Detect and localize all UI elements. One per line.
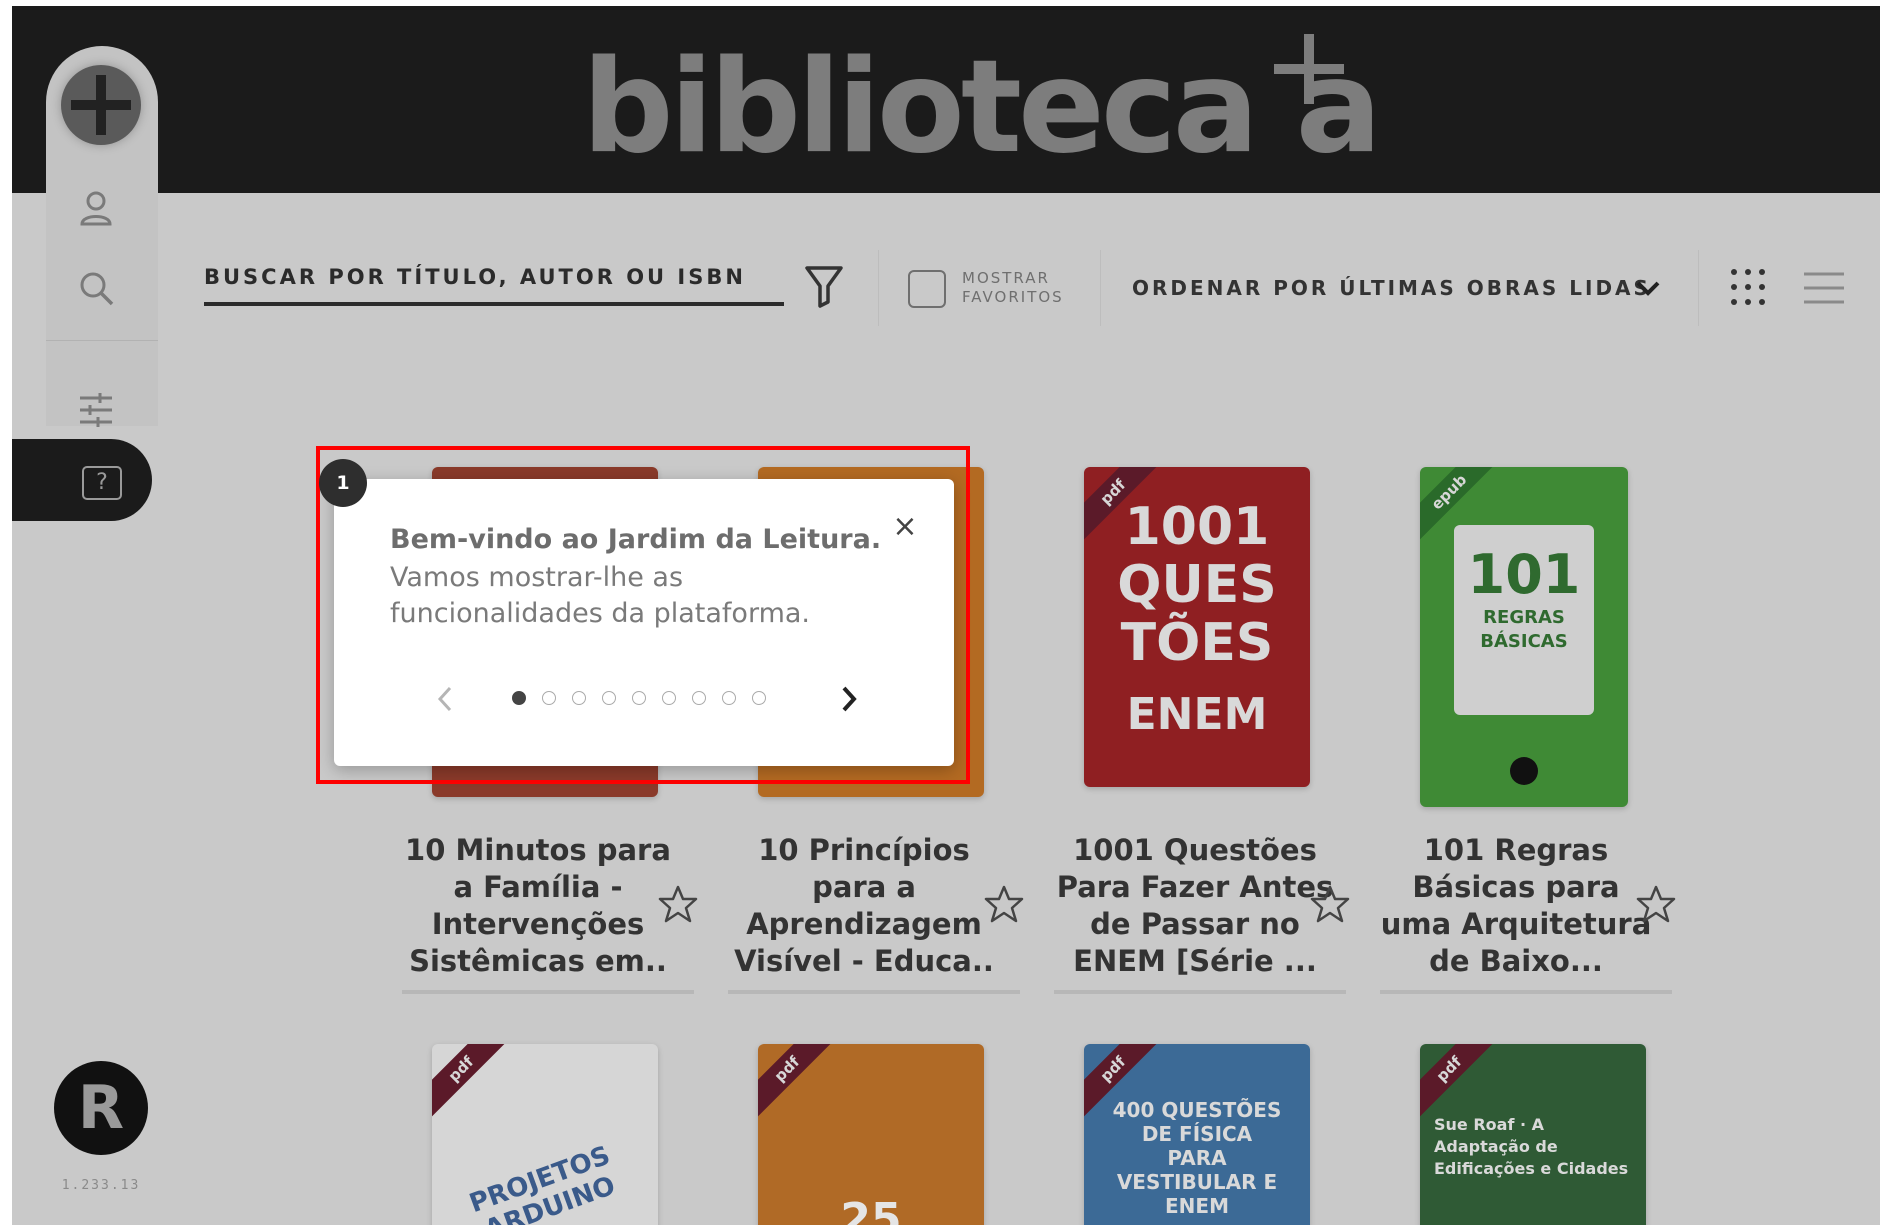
toolbar-separator <box>1100 250 1101 326</box>
search-underline <box>204 302 784 306</box>
tour-dot[interactable] <box>662 691 676 705</box>
cover-text: 1001 <box>1124 497 1270 557</box>
star-icon[interactable] <box>1310 884 1350 924</box>
plus-logo-icon[interactable] <box>61 65 141 145</box>
r-logo: R <box>54 1061 148 1155</box>
toolbar-separator <box>1698 250 1699 326</box>
book-divider <box>1054 990 1346 994</box>
cover-text: REGRAS <box>1483 607 1565 628</box>
cover-text: QUES <box>1117 555 1277 615</box>
tour-dot[interactable] <box>542 691 556 705</box>
tour-dot[interactable] <box>722 691 736 705</box>
favorites-label: MOSTRAR FAVORITOS <box>962 269 1064 306</box>
star-icon[interactable] <box>1636 884 1676 924</box>
book-divider <box>728 990 1020 994</box>
search-input[interactable]: BUSCAR POR TÍTULO, AUTOR OU ISBN <box>204 265 746 289</box>
book-title[interactable]: 10 Princípios para a Aprendizagem Visíve… <box>724 832 1004 980</box>
cover-text: 101 <box>1467 543 1581 606</box>
favorites-checkbox[interactable] <box>908 270 946 308</box>
cover-text: BÁSICAS <box>1480 631 1568 652</box>
tour-dot[interactable] <box>512 691 526 705</box>
star-icon[interactable] <box>984 884 1024 924</box>
tour-dot[interactable] <box>692 691 706 705</box>
sort-dropdown[interactable]: ORDENAR POR ÚLTIMAS OBRAS LIDAS <box>1132 276 1651 300</box>
tour-body: Vamos mostrar-lhe as funcionalidades da … <box>390 562 811 629</box>
book-title[interactable]: 1001 Questões Para Fazer Antes de Passar… <box>1050 832 1340 980</box>
book-cover[interactable]: pdf 400 QUESTÕES DE FÍSICA PARA VESTIBUL… <box>1084 1044 1310 1225</box>
brand-plus-icon <box>1274 34 1344 104</box>
header: biblioteca a <box>12 6 1880 193</box>
notebook-graphic: 101 REGRAS BÁSICAS <box>1454 525 1594 715</box>
book-cover[interactable]: pdf Sue Roaf · A Adaptação de Edificaçõe… <box>1420 1044 1646 1225</box>
tour-dot[interactable] <box>602 691 616 705</box>
sliders-icon[interactable] <box>76 390 116 430</box>
publisher-logo <box>1510 757 1538 785</box>
star-icon[interactable] <box>658 884 698 924</box>
format-badge: pdf <box>432 1044 510 1118</box>
book-cover[interactable]: pdf 1001 QUES TÕES ENEM <box>1084 467 1310 787</box>
book-cover[interactable]: pdf 25 <box>758 1044 984 1225</box>
search-icon[interactable] <box>76 268 116 308</box>
tour-dot[interactable] <box>572 691 586 705</box>
chevron-left-icon[interactable] <box>430 682 460 716</box>
cover-text: ENEM <box>1126 689 1268 740</box>
tour-dot[interactable] <box>632 691 646 705</box>
brand-logo: biblioteca a <box>582 33 1382 182</box>
book-divider <box>1380 990 1672 994</box>
list-view-icon[interactable] <box>1802 270 1846 306</box>
cover-text: TÕES <box>1120 613 1274 673</box>
book-title[interactable]: 101 Regras Básicas para uma Arquitetura … <box>1376 832 1656 980</box>
filter-icon[interactable] <box>804 264 844 308</box>
tour-dot[interactable] <box>752 691 766 705</box>
version-label: 1.233.13 <box>61 1178 141 1193</box>
cover-text: 25 <box>840 1194 902 1225</box>
tour-step-badge: 1 <box>319 459 367 507</box>
user-icon[interactable] <box>76 188 116 228</box>
app-window: biblioteca a ? R 1.233.13 BUSCAR POR TÍT… <box>12 6 1880 1225</box>
cover-text: PROJETOS ARDUINO <box>465 1140 620 1225</box>
format-badge: pdf <box>758 1044 836 1118</box>
sidebar-divider <box>46 340 158 341</box>
help-icon[interactable]: ? <box>82 466 122 500</box>
close-icon[interactable]: × <box>890 512 920 542</box>
book-title[interactable]: 10 Minutos para a Família - Intervenções… <box>398 832 678 980</box>
grid-view-icon[interactable] <box>1728 266 1768 308</box>
cover-text: Sue Roaf · A Adaptação de Edificações e … <box>1434 1115 1629 1178</box>
format-badge: pdf <box>1420 1044 1498 1118</box>
tour-title: Bem-vindo ao Jardim da Leitura. <box>390 524 882 555</box>
chevron-down-icon[interactable] <box>1634 276 1662 300</box>
chevron-right-icon[interactable] <box>834 682 864 716</box>
toolbar-separator <box>878 250 879 326</box>
book-cover[interactable]: pdf PROJETOS ARDUINO <box>432 1044 658 1225</box>
book-divider <box>402 990 694 994</box>
book-cover[interactable]: epub 101 REGRAS BÁSICAS <box>1420 467 1628 807</box>
cover-text: 400 QUESTÕES DE FÍSICA PARA VESTIBULAR E… <box>1112 1098 1282 1218</box>
